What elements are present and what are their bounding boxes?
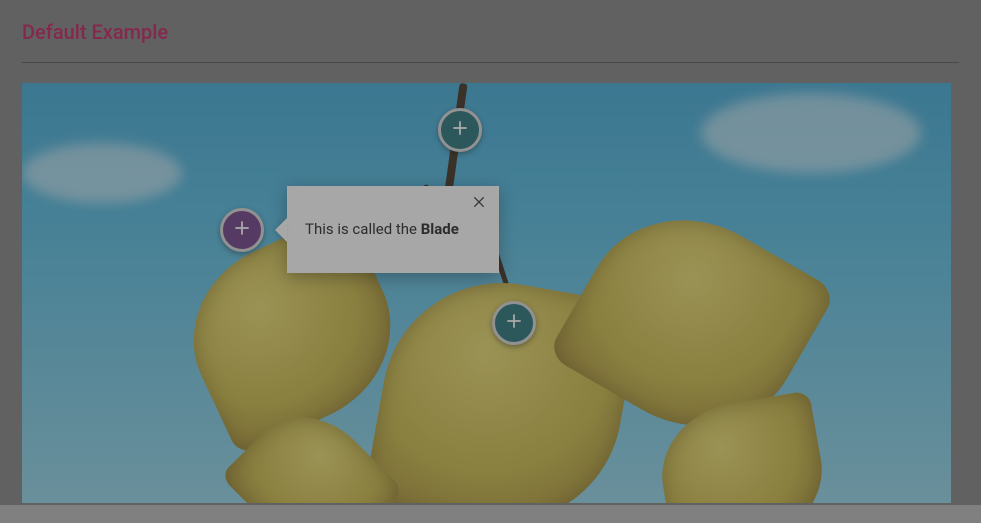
tooltip-arrow [275, 218, 287, 242]
background-scene [22, 83, 951, 503]
tooltip-term: Blade [421, 220, 459, 238]
close-icon [471, 194, 487, 214]
tooltip-close-button[interactable] [469, 194, 489, 214]
hotspot-3[interactable] [492, 301, 536, 345]
section-divider [22, 62, 959, 63]
section-title: Default Example [22, 20, 959, 44]
plus-icon [450, 118, 470, 142]
plus-icon [232, 218, 252, 242]
tooltip-text: This is called the Blade [305, 219, 459, 240]
hotspot-2[interactable] [220, 208, 264, 252]
hotspot-tooltip: This is called the Blade [287, 186, 499, 273]
annotated-image: This is called the Blade [22, 83, 951, 503]
hotspot-1[interactable] [438, 108, 482, 152]
plus-icon [504, 311, 524, 335]
tooltip-prefix: This is called the [305, 220, 421, 238]
